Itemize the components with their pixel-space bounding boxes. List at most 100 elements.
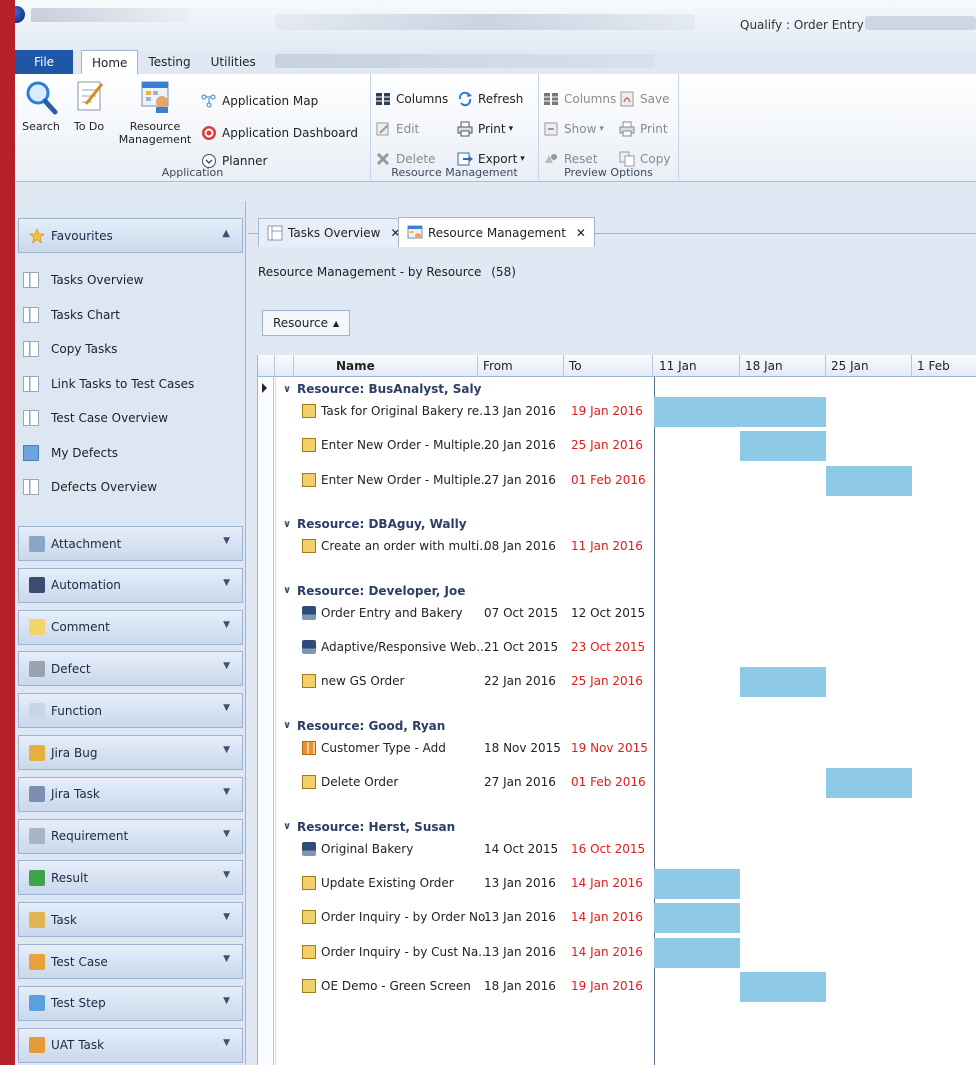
favourite-item-test-case-overview[interactable]: Test Case Overview [23, 404, 168, 432]
timeline-week-1-feb: 1 Feb [912, 355, 976, 377]
save-button[interactable]: Save [619, 88, 669, 110]
favourite-item-defects-overview[interactable]: Defects Overview [23, 473, 157, 501]
search-button[interactable]: Search [21, 78, 61, 133]
pane-header-function[interactable]: Function ▼ [18, 693, 243, 729]
table-row[interactable]: Order Inquiry - by Cust Na... 13 Jan 2016… [258, 937, 976, 968]
pane-header-task[interactable]: Task ▼ [18, 902, 243, 938]
gantt-bar[interactable] [826, 768, 912, 799]
group-row-resource-good-ryan[interactable]: ∨ Resource: Good, Ryan [258, 716, 445, 736]
tab-file[interactable]: File [15, 50, 73, 74]
chevron-down-icon[interactable]: ∨ [283, 384, 297, 395]
doc-tab-resource-management[interactable]: Resource Management ✕ [398, 217, 595, 247]
table-row[interactable]: OE Demo - Green Screen 18 Jan 2016 19 Jan … [258, 972, 976, 1003]
gantt-bar[interactable] [826, 465, 912, 496]
show-button[interactable]: Show ▾ [543, 118, 604, 140]
pane-header-result[interactable]: Result ▼ [18, 860, 243, 896]
chevron-down-icon[interactable]: ▼ [223, 703, 230, 713]
task-from-date: 22 Jan 2016 [484, 674, 556, 689]
chevron-up-icon[interactable]: ▲ [222, 228, 230, 239]
group-row-resource-dbaguy-wally[interactable]: ∨ Resource: DBAguy, Wally [258, 514, 467, 534]
print-button[interactable]: Print ▾ [457, 118, 513, 140]
chevron-down-icon[interactable]: ▼ [223, 745, 230, 755]
todo-button[interactable]: To Do [71, 78, 107, 133]
favourite-item-link-tasks-to-test-cases[interactable]: Link Tasks to Test Cases [23, 370, 194, 398]
chevron-down-icon[interactable]: ▼ [223, 954, 230, 964]
pane-header-jira-bug[interactable]: Jira Bug ▼ [18, 735, 243, 770]
pane-header-uat-task[interactable]: UAT Task ▼ [18, 1027, 243, 1063]
chevron-down-icon[interactable]: ▼ [223, 536, 230, 546]
column-header-from[interactable]: From [478, 355, 564, 377]
application-dashboard-button[interactable]: Application Dashboard [201, 122, 358, 144]
chevron-down-icon[interactable]: ▼ [223, 996, 230, 1006]
app-logo-icon[interactable] [15, 6, 25, 23]
pane-header-defect[interactable]: Defect ▼ [18, 651, 243, 687]
group-row-resource-developer-joe[interactable]: ∨ Resource: Developer, Joe [258, 581, 465, 601]
application-map-button[interactable]: Application Map [201, 90, 318, 112]
chevron-down-icon[interactable]: ∨ [283, 821, 297, 832]
doc-tab-tasks-overview[interactable]: Tasks Overview ✕ [258, 218, 410, 247]
tab-utilities[interactable]: Utilities [201, 50, 266, 74]
chevron-down-icon[interactable]: ∨ [283, 585, 297, 596]
chevron-down-icon[interactable]: ▼ [223, 829, 230, 839]
quick-access-toolbar[interactable] [31, 8, 191, 22]
chevron-down-icon[interactable]: ▼ [223, 787, 230, 797]
table-row[interactable]: Enter New Order - Multiple... 20 Jan 2016… [258, 431, 976, 462]
gantt-bar[interactable] [654, 903, 740, 934]
table-row[interactable]: Adaptive/Responsive Web... 21 Oct 2015 23 … [258, 637, 976, 659]
columns-button[interactable]: Columns [375, 88, 448, 110]
table-row[interactable]: Delete Order 27 Jan 2016 01 Feb 2016 [258, 768, 976, 799]
table-row[interactable]: Order Inquiry - by Order No 13 Jan 2016 14… [258, 903, 976, 934]
preview-print-button[interactable]: Print [619, 118, 668, 140]
gantt-bar[interactable] [654, 937, 740, 968]
gantt-bar[interactable] [654, 869, 740, 899]
group-by-resource-chip[interactable]: Resource ▲ [262, 310, 351, 336]
pane-header-test-step[interactable]: Test Step ▼ [18, 985, 243, 1021]
chevron-down-icon[interactable]: ▼ [223, 870, 230, 880]
task-name: Task for Original Bakery re... [321, 404, 491, 418]
chevron-down-icon[interactable]: ▼ [223, 912, 230, 922]
preview-columns-button[interactable]: Columns [543, 88, 616, 110]
table-row[interactable]: Original Bakery 14 Oct 2015 16 Oct 2015 [258, 839, 976, 861]
pane-header-automation[interactable]: Automation ▼ [18, 567, 243, 603]
pane-header-test-case[interactable]: Test Case ▼ [18, 944, 243, 979]
table-row[interactable]: Create an order with multi... 08 Jan 2016… [258, 536, 976, 558]
chevron-down-icon[interactable]: ▼ [223, 620, 230, 630]
task-from-date: 18 Nov 2015 [484, 740, 561, 755]
tab-testing[interactable]: Testing [138, 50, 200, 74]
column-header-name[interactable]: Name [294, 355, 478, 377]
pane-header-requirement[interactable]: Requirement ▼ [18, 818, 243, 854]
table-row[interactable]: Customer Type - Add 18 Nov 2015 19 Nov 201… [258, 738, 976, 760]
gantt-bar[interactable] [654, 397, 826, 427]
resource-management-button[interactable]: Resource Management [115, 78, 195, 146]
pane-header-jira-task[interactable]: Jira Task ▼ [18, 776, 243, 812]
chevron-down-icon[interactable]: ▼ [223, 578, 230, 588]
pane-header-comment[interactable]: Comment ▼ [18, 609, 243, 645]
table-row[interactable]: Order Entry and Bakery 07 Oct 2015 12 Oct … [258, 603, 976, 625]
group-row-resource-herst-susan[interactable]: ∨ Resource: Herst, Susan [258, 817, 455, 837]
group-row-resource-busanalyst-saly[interactable]: ∨ Resource: BusAnalyst, Saly [258, 379, 481, 399]
chevron-down-icon[interactable]: ∨ [283, 720, 297, 731]
close-icon[interactable]: ✕ [576, 226, 586, 240]
column-header-to[interactable]: To [564, 355, 653, 377]
favourite-item-my-defects[interactable]: My Defects [23, 439, 118, 467]
chevron-down-icon[interactable]: ▼ [223, 661, 230, 671]
pane-header-attachment[interactable]: Attachment ▼ [18, 526, 243, 561]
task-from-date: 20 Jan 2016 [484, 438, 556, 453]
table-row[interactable]: Enter New Order - Multiple... 27 Jan 2016… [258, 465, 976, 496]
chevron-down-icon[interactable]: ▼ [223, 1038, 230, 1048]
tab-home[interactable]: Home [81, 50, 139, 74]
gantt-bar[interactable] [740, 667, 826, 698]
edit-button[interactable]: Edit [375, 118, 419, 140]
favourite-item-tasks-overview[interactable]: Tasks Overview [23, 266, 143, 294]
table-row[interactable]: Update Existing Order 13 Jan 2016 14 Jan 2… [258, 869, 976, 899]
table-row[interactable]: Task for Original Bakery re... 13 Jan 201… [258, 397, 976, 427]
table-row[interactable]: new GS Order 22 Jan 2016 25 Jan 2016 [258, 667, 976, 698]
gantt-bar[interactable] [740, 972, 826, 1003]
doc-tab-resource-management-label: Resource Management [428, 225, 566, 240]
favourites-header[interactable]: Favourites ▲ [18, 218, 243, 253]
chevron-down-icon[interactable]: ∨ [283, 519, 297, 530]
refresh-button[interactable]: Refresh [457, 88, 523, 110]
gantt-bar[interactable] [740, 431, 826, 462]
favourite-item-copy-tasks[interactable]: Copy Tasks [23, 335, 117, 363]
favourite-item-tasks-chart[interactable]: Tasks Chart [23, 301, 120, 329]
